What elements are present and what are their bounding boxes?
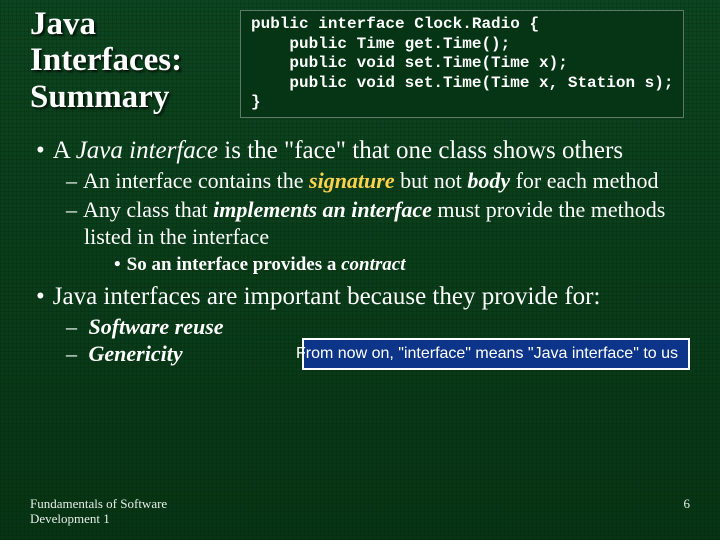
bullet-dot-icon: • — [36, 137, 53, 164]
footer: Fundamentals of Software Development 1 6 — [30, 497, 690, 526]
term-body: body — [467, 168, 510, 193]
bullet-2: •Java interfaces are important because t… — [22, 282, 698, 313]
bullet-1: •A Java interface is the "face" that one… — [22, 136, 698, 167]
slide-title: Java Interfaces: Summary — [30, 4, 240, 115]
title-line-2: Interfaces: — [30, 42, 182, 78]
bullet-2-sub-1: – Software reuse — [84, 314, 294, 341]
dash-icon: – — [66, 341, 83, 366]
code-line-5: } — [251, 93, 261, 111]
title-line-3: Summary — [30, 79, 169, 115]
bullet-dot-icon: • — [36, 283, 53, 310]
title-line-1: Java — [30, 6, 96, 42]
term-signature: signature — [309, 168, 395, 193]
bullet-list: •A Java interface is the "face" that one… — [0, 118, 720, 370]
code-line-4: public void set.Time(Time x, Station s); — [251, 74, 673, 92]
bullet-1-sub-2: –Any class that implements an interface … — [66, 197, 698, 251]
bullet-1-sub-1: –An interface contains the signature but… — [66, 168, 698, 195]
slide: Java Interfaces: Summary public interfac… — [0, 0, 720, 540]
callout-box: From now on, "interface" means "Java int… — [302, 338, 690, 370]
page-number: 6 — [684, 497, 691, 526]
dash-icon: – — [66, 197, 83, 222]
dash-icon: – — [66, 168, 83, 193]
code-line-3: public void set.Time(Time x); — [251, 54, 568, 72]
term-genericity: Genericity — [89, 341, 183, 366]
footer-left: Fundamentals of Software Development 1 — [30, 497, 167, 526]
bullet-dot-icon: • — [114, 254, 127, 275]
code-sample: public interface Clock.Radio { public Ti… — [240, 10, 684, 118]
dash-icon: – — [66, 314, 83, 339]
bullet-2-sub-2: – Genericity — [84, 341, 294, 368]
term-implements: implements an interface — [213, 197, 432, 222]
bullet-2-sub-row: – Software reuse – Genericity From now o… — [66, 314, 698, 370]
bullet-1-sub-2-sub-1: •So an interface provides a contract — [114, 253, 698, 276]
term-contract: contract — [341, 254, 405, 275]
header-row: Java Interfaces: Summary public interfac… — [0, 0, 720, 118]
term-java-interface: Java interface — [76, 137, 218, 164]
code-line-2: public Time get.Time(); — [251, 35, 510, 53]
code-line-1: public interface Clock.Radio { — [251, 15, 539, 33]
term-software-reuse: Software reuse — [89, 314, 224, 339]
